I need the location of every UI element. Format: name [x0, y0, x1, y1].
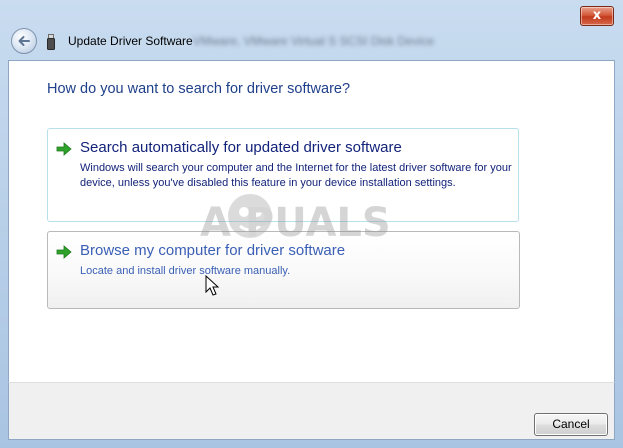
usb-drive-icon — [47, 34, 55, 50]
browse-computer-option[interactable]: Browse my computer for driver software L… — [47, 231, 520, 309]
option-description: Locate and install driver software manua… — [80, 265, 291, 277]
window-device-name: VMware, VMware Virtual S SCSI Disk Devic… — [193, 34, 435, 48]
content-panel: How do you want to search for driver sof… — [8, 60, 615, 382]
back-button[interactable] — [11, 28, 37, 54]
footer-bar — [8, 382, 615, 440]
search-automatically-option[interactable]: Search automatically for updated driver … — [47, 128, 519, 222]
green-arrow-icon — [56, 142, 72, 156]
cancel-button[interactable]: Cancel — [534, 413, 608, 436]
green-arrow-icon — [56, 245, 72, 259]
option-description: Windows will search your computer and th… — [80, 162, 512, 189]
page-heading: How do you want to search for driver sof… — [47, 81, 351, 97]
back-arrow-icon — [18, 36, 30, 46]
window-title: Update Driver Software — [68, 34, 193, 48]
mouse-pointer-icon — [205, 275, 220, 296]
option-title: Search automatically for updated driver … — [80, 139, 402, 156]
close-button[interactable]: x — [580, 6, 614, 26]
option-title: Browse my computer for driver software — [80, 242, 346, 259]
